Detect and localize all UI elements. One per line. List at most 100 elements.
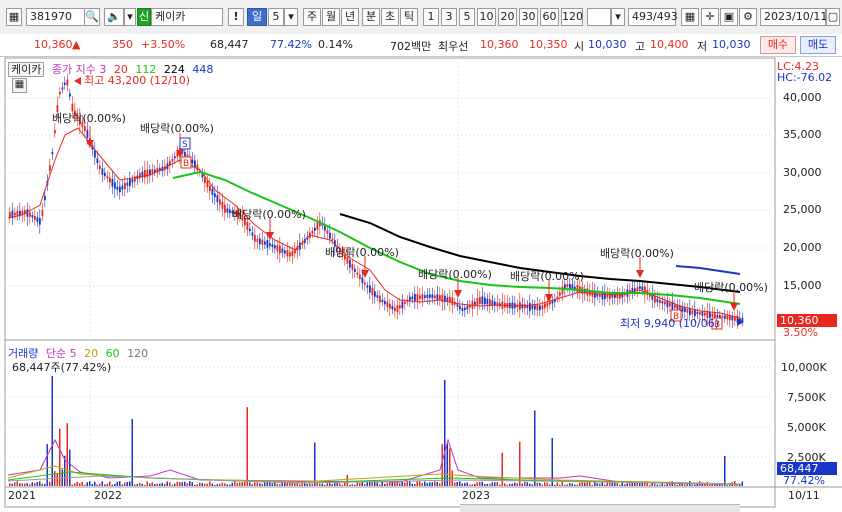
volume-bar (341, 484, 343, 486)
volume-bar (429, 482, 431, 486)
candle-body (264, 241, 266, 245)
volume-bar (386, 483, 388, 486)
candle-body (279, 245, 281, 254)
volume-bar (364, 484, 366, 486)
volume-bar (654, 483, 656, 486)
stock-tag[interactable]: 케이카 (8, 62, 45, 77)
candle-body (661, 300, 664, 304)
volume-bar (514, 482, 516, 486)
candle-body (329, 232, 331, 239)
candle-body (539, 305, 541, 311)
candle-body (41, 210, 44, 216)
volume-bar (139, 483, 141, 486)
candle-body (51, 151, 54, 155)
dividend-arrow-icon (454, 290, 462, 298)
candle-body (106, 176, 109, 179)
volume-bar (239, 482, 241, 486)
volume-bar (184, 481, 186, 486)
candle-body (324, 225, 326, 231)
volume-bar (611, 482, 613, 486)
candle-body (31, 215, 34, 218)
volume-bar (656, 484, 658, 486)
volume-bar (134, 484, 136, 486)
dividend-arrow-icon (636, 270, 644, 278)
volume-bar (421, 483, 423, 486)
volume-bar (446, 443, 448, 486)
volume-bar (126, 481, 128, 486)
table-icon[interactable]: ▦ (12, 78, 27, 93)
volume-bar (591, 484, 593, 486)
volume-bar (26, 483, 28, 486)
volume-bar (709, 484, 711, 486)
volume-bar (464, 482, 466, 486)
candle-body (641, 286, 644, 291)
volume-bar (459, 481, 461, 486)
candle-body (99, 165, 101, 170)
volume-bar (366, 481, 368, 486)
candle-body (314, 227, 316, 231)
candle-body (84, 126, 86, 131)
candle-body (569, 283, 571, 289)
volume-bar (161, 482, 163, 486)
candle-body (489, 299, 491, 306)
candle-body (461, 308, 464, 312)
volume-bar (561, 481, 563, 486)
volume-bar (694, 484, 696, 486)
volume-bar (14, 482, 16, 486)
volume-bar (186, 483, 188, 486)
candle-body (364, 282, 366, 285)
candle-body (276, 245, 279, 252)
candle-body (16, 211, 19, 216)
candle-body (191, 159, 194, 164)
volume-bar (204, 483, 206, 486)
volume-bar (489, 483, 491, 486)
candle-body (401, 301, 404, 309)
volume-bar (339, 483, 341, 486)
volume-bar (551, 438, 553, 486)
candle-body (286, 250, 289, 257)
volume-bar (114, 483, 116, 486)
volume-bar (651, 483, 653, 486)
volume-bar (476, 482, 478, 486)
candle-body (491, 300, 494, 306)
signal-markers: S B B B (179, 137, 723, 330)
volume-bar (434, 481, 436, 486)
volume-bar (626, 483, 628, 486)
volume-bar (596, 483, 598, 486)
volume-bar (174, 483, 176, 486)
candle-body (416, 294, 419, 301)
volume-bar (664, 484, 666, 486)
volume-bar (471, 484, 473, 486)
volume-bar (491, 482, 493, 486)
volume-bar (214, 484, 216, 486)
volume-bar (74, 483, 76, 486)
volume-bar (206, 483, 208, 486)
volume-bar (146, 481, 148, 486)
volume-bar (91, 484, 93, 486)
candle-body (289, 252, 291, 257)
volume-bar (159, 483, 161, 486)
volume-bar (604, 484, 606, 486)
candle-body (424, 295, 426, 298)
volume-bar (144, 484, 146, 486)
candle-body (211, 188, 214, 196)
candle-body (266, 239, 269, 248)
volume-bar (104, 484, 106, 486)
volume-bar (176, 481, 178, 486)
volume-bar (19, 483, 21, 486)
candle-body (459, 305, 461, 310)
candle-body (29, 212, 31, 217)
candle-body (34, 216, 36, 220)
candle-body (664, 301, 666, 305)
candle-body (399, 305, 401, 309)
candle-body (271, 244, 274, 248)
candle-body (686, 308, 689, 313)
volume-bar (566, 484, 568, 486)
volume-bar (81, 481, 83, 486)
volume-bar (106, 483, 108, 486)
volume-tick: 10,000K (781, 361, 827, 374)
volume-bar (524, 481, 526, 486)
volume-bar (9, 483, 11, 486)
volume-bar (576, 484, 578, 486)
volume-bar (179, 481, 181, 486)
